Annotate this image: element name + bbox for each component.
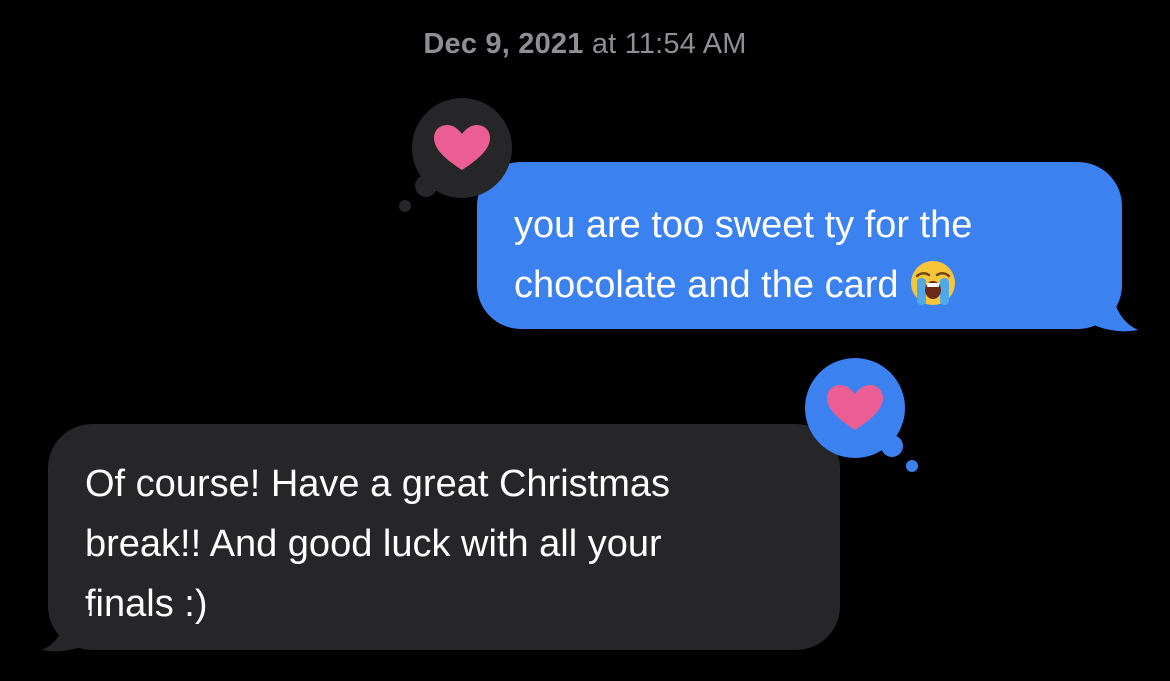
message-text-line: Of course! Have a great Christmas — [85, 463, 670, 505]
loudly-crying-face-icon — [910, 260, 955, 305]
message-text-line: finals :) — [85, 583, 208, 625]
timestamp-time: at 11:54 AM — [583, 28, 747, 60]
thread-timestamp: Dec 9, 2021 at 11:54 AM — [0, 28, 1170, 61]
outgoing-message-bubble[interactable]: you are too sweet ty for the chocolate a… — [477, 162, 1122, 329]
message-thread: Dec 9, 2021 at 11:54 AM you are too swee… — [0, 0, 1170, 681]
timestamp-date: Dec 9, 2021 — [423, 28, 584, 60]
incoming-bubble-tail — [42, 610, 90, 652]
outgoing-bubble-tail — [1090, 290, 1138, 332]
heart-reaction-on-outgoing[interactable] — [392, 96, 512, 216]
message-text-line: break!! And good luck with all your — [85, 523, 662, 565]
heart-reaction-on-incoming[interactable] — [800, 356, 930, 486]
message-text-line: chocolate and the card — [514, 255, 1092, 315]
message-text: chocolate and the card — [514, 264, 899, 306]
incoming-message-bubble[interactable]: Of course! Have a great Christmas break!… — [48, 424, 840, 650]
message-text-line: you are too sweet ty for the — [514, 204, 973, 246]
